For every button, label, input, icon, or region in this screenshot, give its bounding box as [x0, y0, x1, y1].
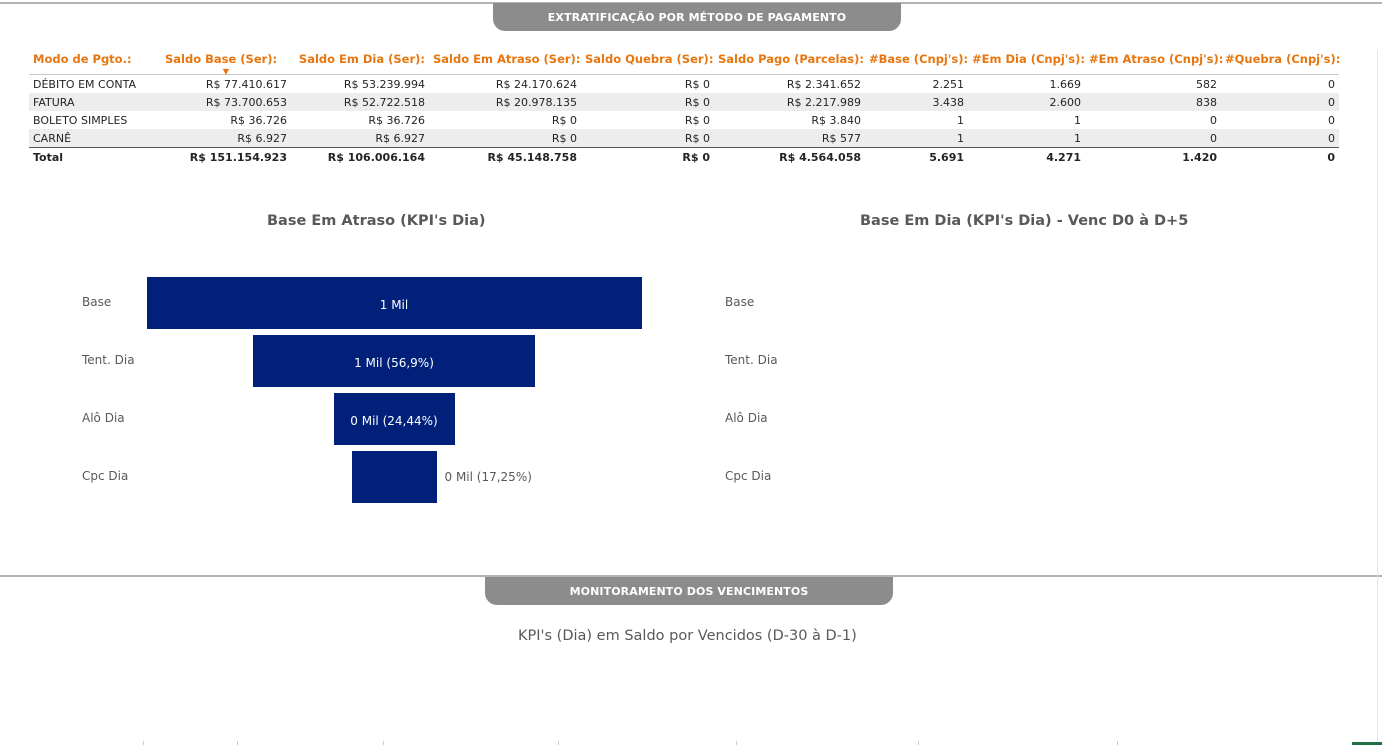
- funnel-right-title: Base Em Dia (KPI's Dia) - Venc D0 à D+5: [860, 213, 1189, 229]
- column-header-label: Saldo Base (Ser):: [165, 52, 278, 66]
- due-dates-chart-title: KPI's (Dia) em Saldo por Vencidos (D-30 …: [518, 628, 857, 644]
- value-cell: R$ 577: [714, 129, 865, 148]
- value-cell: 1: [1074, 113, 1081, 127]
- table-row[interactable]: DÉBITO EM CONTA R$ 77.410.617 R$ 53.239.99…: [29, 75, 1339, 94]
- funnel-value-label: 1 Mil: [379, 298, 409, 312]
- table-row[interactable]: CARNÊ R$ 6.927 R$ 6.927 R$ 0 R$ 0 R$ 577 1 1 0 0: [29, 129, 1339, 148]
- column-header[interactable]: Saldo Em Atraso (Ser):: [429, 52, 581, 75]
- value-cell: 0: [1221, 129, 1339, 148]
- axis-tick: [558, 741, 559, 745]
- value-cell: R$ 2.341.652: [786, 77, 861, 91]
- value-cell: 2.600: [968, 93, 1085, 111]
- payment-method-cell: BOLETO SIMPLES: [33, 113, 128, 127]
- column-header[interactable]: Modo de Pgto.:: [29, 52, 161, 75]
- value-cell: 582: [1196, 77, 1217, 91]
- value-cell: 1: [865, 129, 968, 148]
- value-cell: R$ 0: [581, 93, 714, 111]
- axis-tick: [383, 741, 384, 745]
- sort-descending-icon: ▼: [222, 67, 230, 76]
- value-cell: R$ 0: [684, 77, 710, 91]
- value-cell: R$ 0: [684, 113, 710, 127]
- value-cell: 0: [1221, 93, 1339, 111]
- value-cell: 1: [957, 113, 964, 127]
- value-cell: 0: [1328, 77, 1335, 91]
- scrollbar-track[interactable]: [1377, 50, 1378, 740]
- value-cell: R$ 2.217.989: [714, 93, 865, 111]
- value-cell: 838: [1085, 93, 1221, 111]
- total-value: R$ 0: [581, 147, 714, 167]
- column-header[interactable]: Saldo Em Dia (Ser):: [291, 52, 429, 75]
- total-value: 4.271: [968, 147, 1085, 167]
- value-cell: R$ 6.927: [291, 129, 429, 148]
- funnel-value-label: 1 Mil (56,9%): [354, 356, 434, 370]
- value-cell: R$ 3.840: [811, 113, 861, 127]
- value-cell: 2.251: [932, 77, 965, 91]
- funnel-bar[interactable]: 1 Mil (56,9%): [253, 335, 535, 387]
- funnel-bar[interactable]: [351, 451, 437, 503]
- payment-method-cell: FATURA: [29, 93, 161, 111]
- value-cell: R$ 0: [581, 129, 714, 148]
- funnel-stage-label: Tent. Dia: [725, 353, 778, 367]
- value-cell: R$ 20.978.135: [429, 93, 581, 111]
- value-cell: R$ 77.410.617: [205, 77, 287, 91]
- column-header[interactable]: #Quebra (Cnpj's):: [1221, 52, 1340, 75]
- value-cell: R$ 6.927: [161, 129, 291, 148]
- value-cell: 1: [968, 129, 1085, 148]
- axis-tick: [237, 741, 238, 745]
- total-value: R$ 45.148.758: [429, 147, 581, 167]
- funnel-stage-label: Tent. Dia: [82, 353, 135, 367]
- axis-tick: [1117, 741, 1118, 745]
- table-row[interactable]: BOLETO SIMPLES R$ 36.726 R$ 36.726 R$ 0 R$ 0…: [29, 111, 1339, 129]
- value-cell: R$ 53.239.994: [343, 77, 425, 91]
- funnel-stage-label: Cpc Dia: [725, 469, 772, 483]
- table-row[interactable]: FATURA R$ 73.700.653 R$ 52.722.518 R$ 20.97…: [29, 93, 1339, 111]
- value-cell: R$ 0: [429, 129, 581, 148]
- axis-tick: [143, 741, 144, 745]
- funnel-stage-label: Alô Dia: [82, 411, 125, 425]
- value-cell: R$ 52.722.518: [291, 93, 429, 111]
- value-cell: R$ 0: [551, 113, 577, 127]
- value-cell: R$ 73.700.653: [161, 93, 291, 111]
- funnel-left-title: Base Em Atraso (KPI's Dia): [267, 213, 486, 229]
- value-cell: R$ 24.170.624: [495, 77, 577, 91]
- funnel-value-label: 0 Mil (24,44%): [350, 414, 438, 428]
- value-cell: 1.669: [1049, 77, 1082, 91]
- column-header[interactable]: Saldo Pago (Parcelas):: [714, 52, 865, 75]
- funnel-stage-label: Base: [82, 295, 112, 309]
- payment-method-cell: DÉBITO EM CONTA: [33, 77, 136, 91]
- value-cell: 0: [1328, 113, 1335, 127]
- column-header[interactable]: #Em Dia (Cnpj's):: [968, 52, 1085, 75]
- column-header[interactable]: Saldo Quebra (Ser):: [581, 52, 714, 75]
- column-header[interactable]: #Base (Cnpj's):: [865, 52, 968, 75]
- total-value: 5.691: [865, 147, 968, 167]
- total-value: R$ 4.564.058: [714, 147, 865, 167]
- funnel-stage-label: Base: [725, 295, 755, 309]
- section-header-payment: EXTRATIFICAÇÃO POR MÉTODO DE PAGAMENTO: [493, 3, 901, 31]
- column-header[interactable]: #Em Atraso (Cnpj's):: [1085, 52, 1223, 75]
- value-cell: 0: [1085, 129, 1221, 148]
- total-value: 1.420: [1085, 147, 1221, 167]
- value-cell: R$ 36.726: [368, 113, 425, 127]
- payment-method-cell: CARNÊ: [29, 129, 161, 148]
- value-cell: 3.438: [865, 93, 968, 111]
- total-row: Total R$ 151.154.923 R$ 106.006.164 R$ 45.1…: [29, 147, 1339, 167]
- funnel-stage-label: Cpc Dia: [82, 469, 129, 483]
- axis-tick: [736, 741, 737, 745]
- total-value: R$ 106.006.164: [291, 147, 429, 167]
- funnel-bar[interactable]: 1 Mil: [146, 277, 642, 329]
- column-header-sorted[interactable]: Saldo Base (Ser): ▼: [161, 52, 291, 76]
- total-label: Total: [29, 147, 161, 167]
- funnel-stage-label: Alô Dia: [725, 411, 768, 425]
- total-value: 0: [1221, 147, 1339, 167]
- value-cell: R$ 36.726: [230, 113, 287, 127]
- payment-method-table: Modo de Pgto.: Saldo Base (Ser): ▼ Saldo…: [29, 52, 1340, 167]
- value-cell: 0: [1210, 113, 1217, 127]
- axis-tick: [918, 741, 919, 745]
- funnel-value-label: 0 Mil (17,25%): [444, 470, 532, 484]
- total-value: R$ 151.154.923: [161, 147, 291, 167]
- funnel-bar[interactable]: 0 Mil (24,44%): [333, 393, 455, 445]
- section-header-due-dates: MONITORAMENTO DOS VENCIMENTOS: [485, 577, 893, 605]
- table-header-row: Modo de Pgto.: Saldo Base (Ser): ▼ Saldo…: [29, 52, 1340, 76]
